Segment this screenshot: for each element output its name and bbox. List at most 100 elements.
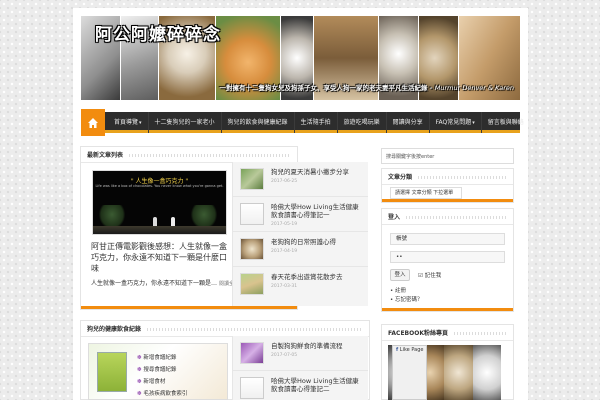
post-thumbnail[interactable]: [240, 203, 264, 225]
password-value: ••: [396, 254, 403, 260]
home-button[interactable]: [81, 109, 105, 136]
tagline-signature: Murmur Denver & Karen: [434, 84, 514, 92]
box-heading: FACEBOOK粉絲專頁: [382, 325, 513, 341]
health-records-image[interactable]: ✽ 新增食譜紀錄 ✽ 搜尋食譜紀錄 ✽ 新增食材 ✽ 毛孩疾病飲食索引: [88, 343, 228, 400]
box-title: 狗兒的健康飲食紀錄: [87, 324, 146, 333]
post-title[interactable]: 哈佛大學How Living生活健康飲食讀書心得筆記一: [271, 203, 364, 219]
post-thumbnail[interactable]: [240, 377, 264, 399]
link-label: 註冊: [395, 288, 407, 294]
post-thumbnail[interactable]: [240, 238, 264, 260]
widget-title: FACEBOOK粉絲專頁: [388, 328, 452, 337]
site-title[interactable]: 阿公阿嬤碎碎念: [95, 25, 221, 45]
search-placeholder: 搜尋關鍵字後按enter: [386, 154, 435, 160]
nav-item-label: 首頁導覽: [114, 119, 139, 126]
nav-item[interactable]: 生活隨手拍: [295, 112, 338, 133]
nav-item-label: FAQ常見問題: [435, 119, 472, 126]
widget-title: 文章分類: [388, 172, 417, 181]
username-field[interactable]: 帳號: [390, 233, 505, 245]
paw-icon: ✽: [137, 367, 142, 373]
box-accent-bar: [382, 308, 513, 311]
post-date: 2017-06-25: [271, 179, 298, 184]
checkbox-checked-icon[interactable]: ☑: [418, 273, 423, 279]
nav-item-label: 旅遊吃喝玩樂: [343, 119, 380, 126]
remember-label: 記住我: [424, 273, 442, 279]
post-date: 2017-04-19: [271, 249, 298, 254]
widget-title: 登入: [388, 212, 405, 221]
fb-photo: [444, 345, 473, 400]
menu-item-label: 搜尋食譜紀錄: [143, 367, 177, 373]
featured-post-comments: 0: [91, 265, 95, 271]
like-page-label: Like Page: [399, 347, 424, 353]
categories-widget: 文章分類 請選擇 文章分類 下拉選單: [381, 168, 514, 203]
post-title[interactable]: 哈佛大學How Living生活健康飲食讀書心得筆記二: [271, 377, 364, 393]
nav-item[interactable]: 閱讀與分享: [387, 112, 430, 133]
health-menu: ✽ 新增食譜紀錄 ✽ 搜尋食譜紀錄 ✽ 新增食材 ✽ 毛孩疾病飲食索引: [137, 352, 187, 400]
menu-item-label: 新增食材: [143, 379, 166, 385]
like-page-button[interactable]: f Like Page: [392, 345, 428, 400]
box-accent-bar: [382, 199, 513, 202]
facebook-page-image[interactable]: f Like Page: [388, 345, 501, 400]
nav-item[interactable]: FAQ常見問題▾: [430, 112, 482, 133]
recent-posts-list: 狗兒的夏天消暑小撇步分享 2017-06-25 哈佛大學How Living生活…: [232, 162, 368, 306]
nav-item[interactable]: 旅遊吃喝玩樂: [338, 112, 387, 133]
header-banner[interactable]: 阿公阿嬤碎碎念 一對擁有十二隻狗女兒及狗孫子女、享受人狗一家的老夫妻平凡生活紀錄…: [81, 16, 520, 100]
nav-item[interactable]: 狗兒的飲食與健康紀錄: [222, 112, 295, 133]
categories-select[interactable]: 請選擇 文章分類 下拉選單: [390, 187, 462, 199]
link-label: 忘記密碼？: [395, 297, 423, 303]
post-thumbnail[interactable]: [240, 168, 264, 190]
box-heading: 文章分類: [382, 169, 513, 185]
list-item[interactable]: 哈佛大學How Living生活健康飲食讀書心得筆記一 2017-05-19: [233, 197, 368, 232]
book-cover: [97, 352, 127, 392]
excerpt-text: 人生就像一盒巧克力，你永遠不知道下一顆是…: [91, 280, 218, 287]
post-thumbnail[interactable]: [240, 273, 264, 295]
login-widget: 登入 帳號 •• 登入 ☑ 記住我 • 註冊 • 忘記密碼？: [381, 208, 514, 312]
featured-post-title[interactable]: 阿甘正傳電影觀後感想：人生就像一盒巧克力，你永遠不知道下一顆是什麼口味: [91, 241, 233, 274]
featured-post-image[interactable]: " 人生像一盒巧克力 " Life was like a box of choc…: [92, 170, 227, 235]
nav-item[interactable]: 十二隻狗兒的一家老小: [149, 112, 222, 133]
caret-down-icon: ▾: [472, 120, 475, 126]
featured-post-excerpt: 人生就像一盒巧克力，你永遠不知道下一顆是… 閱讀全文 »: [91, 278, 244, 287]
nav-item[interactable]: 首頁導覽▾: [108, 112, 149, 133]
list-item[interactable]: 春天花季出遊賞花散步去 2017-03-31: [233, 267, 368, 302]
username-value: 帳號: [396, 236, 408, 242]
fb-photo: [473, 345, 501, 400]
image-ground: [93, 226, 226, 234]
main-nav: 首頁導覽▾ 十二隻狗兒的一家老小 狗兒的飲食與健康紀錄 生活隨手拍 旅遊吃喝玩樂…: [81, 109, 524, 136]
search-input[interactable]: 搜尋關鍵字後按enter: [381, 148, 514, 164]
list-item[interactable]: 狗兒的夏天消暑小撇步分享 2017-06-25: [233, 162, 368, 197]
tagline-text: 一對擁有十二隻狗女兒及狗孫子女、享受人狗一家的老夫妻平凡生活紀錄 -: [219, 84, 433, 92]
login-button[interactable]: 登入: [390, 269, 410, 281]
select-value: 請選擇 文章分類 下拉選單: [395, 190, 454, 196]
post-title[interactable]: 狗兒的夏天消暑小撇步分享: [271, 168, 364, 176]
post-date: 2017-05-19: [271, 222, 298, 227]
image-figure: [153, 217, 157, 226]
menu-item[interactable]: ✽ 新增食譜紀錄: [137, 352, 187, 364]
list-item[interactable]: 哈佛大學How Living生活健康飲食讀書心得筆記二: [233, 371, 368, 400]
password-field[interactable]: ••: [390, 251, 505, 263]
menu-item[interactable]: ✽ 毛孩疾病飲食索引: [137, 388, 187, 400]
box-heading: 狗兒的健康飲食紀錄: [81, 321, 369, 337]
box-heading: 登入: [382, 209, 513, 225]
forgot-password-link[interactable]: • 忘記密碼？: [390, 296, 423, 305]
login-button-label: 登入: [394, 272, 406, 278]
remember-me[interactable]: ☑ 記住我: [418, 271, 441, 279]
heading-stripes: [388, 216, 507, 219]
paw-icon: ✽: [137, 355, 142, 361]
register-link[interactable]: • 註冊: [390, 287, 423, 296]
facebook-icon: f: [396, 347, 399, 353]
post-title[interactable]: 春天花季出遊賞花散步去: [271, 273, 364, 281]
menu-item-label: 毛孩疾病飲食索引: [143, 391, 188, 397]
nav-item-label: 閱讀與分享: [392, 119, 423, 126]
list-item[interactable]: 自製狗狗鮮食的準備流程 2017-07-05: [233, 336, 368, 371]
box-accent-bar: [81, 306, 297, 309]
menu-item[interactable]: ✽ 新增食材: [137, 376, 187, 388]
list-item[interactable]: 老狗狗的日常照護心得 2017-04-19: [233, 232, 368, 267]
post-thumbnail[interactable]: [240, 342, 264, 364]
box-heading: 最新文章列表: [81, 147, 297, 163]
image-subcaption: Life was like a box of chocolates. You n…: [95, 184, 224, 188]
menu-item[interactable]: ✽ 搜尋食譜紀錄: [137, 364, 187, 376]
post-title[interactable]: 自製狗狗鮮食的準備流程: [271, 342, 364, 350]
nav-item[interactable]: 留言板與聯絡: [482, 112, 530, 133]
paw-icon: ✽: [137, 391, 142, 397]
post-title[interactable]: 老狗狗的日常照護心得: [271, 238, 364, 246]
